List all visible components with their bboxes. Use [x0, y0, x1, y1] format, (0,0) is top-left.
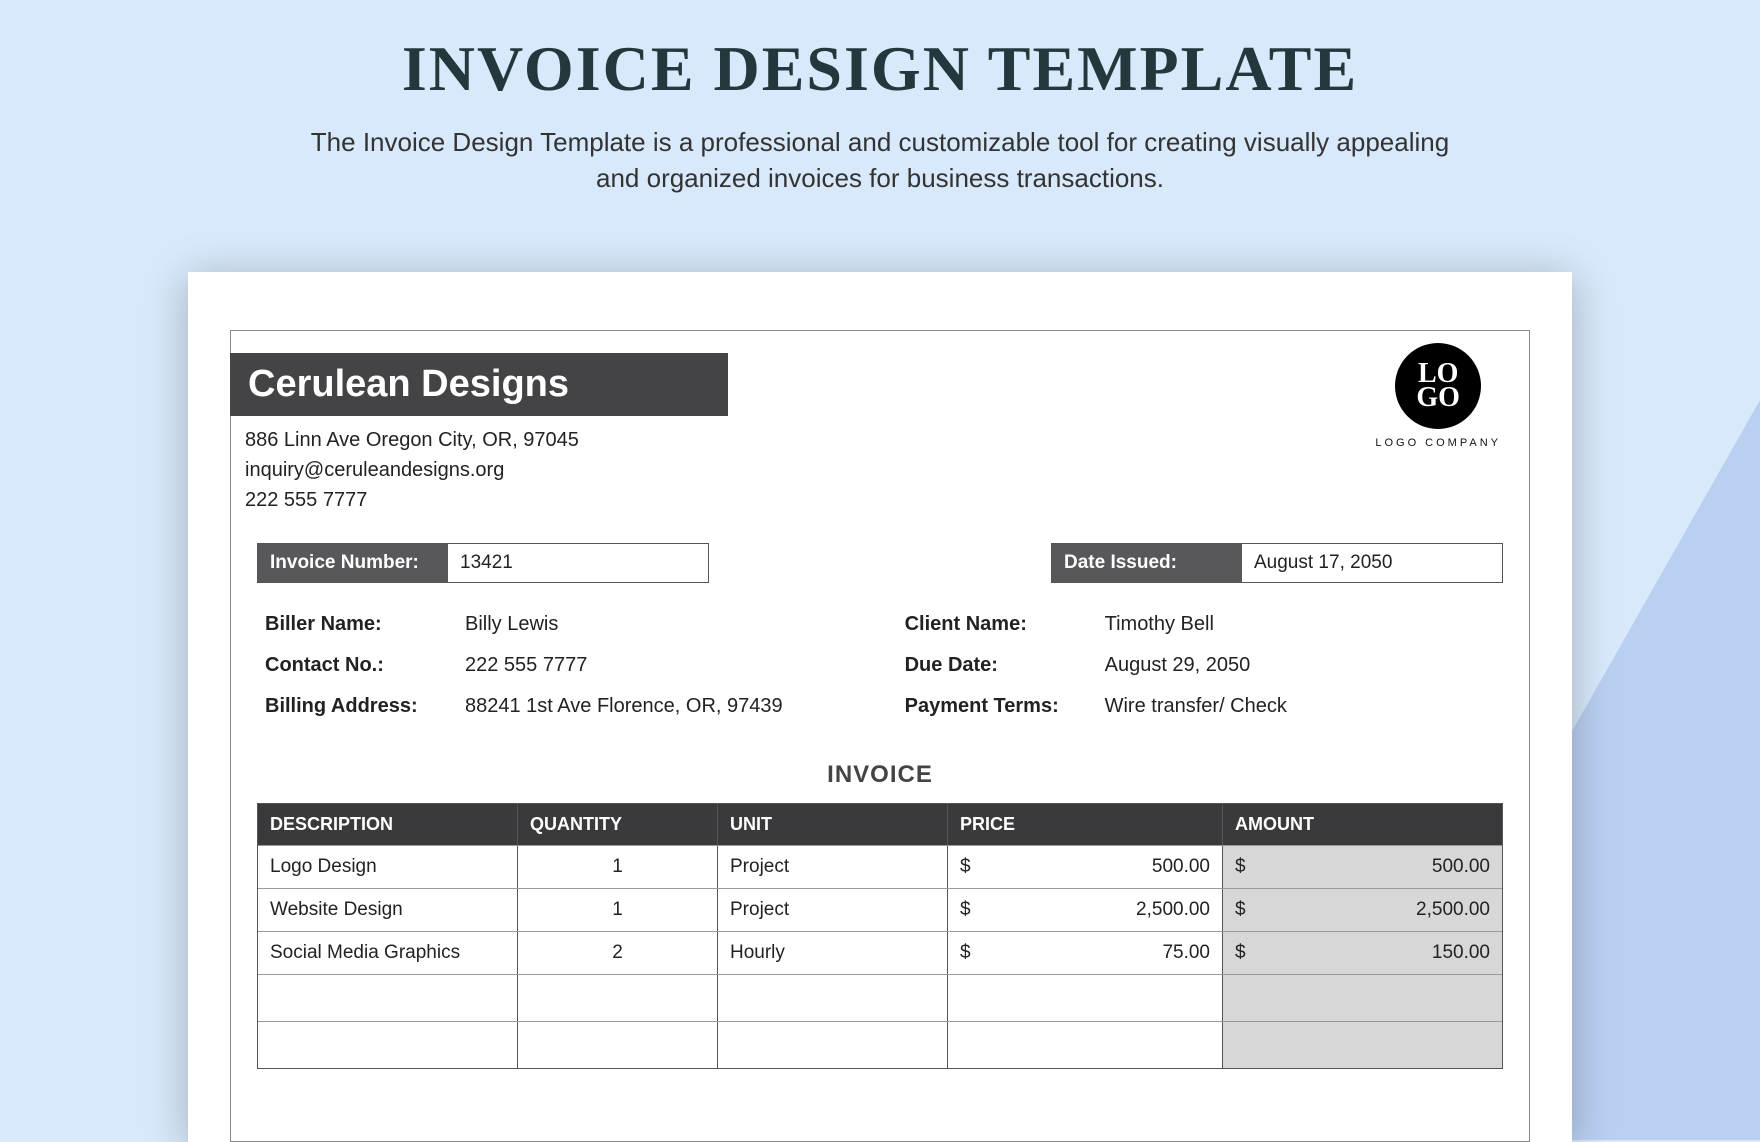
cell-quantity: 2	[518, 932, 718, 974]
col-quantity: QUANTITY	[518, 804, 718, 845]
cell-description: Website Design	[258, 889, 518, 931]
invoice-number-label: Invoice Number:	[258, 544, 448, 582]
col-price: PRICE	[948, 804, 1223, 845]
table-row-empty	[258, 1021, 1502, 1068]
currency-symbol: $	[1235, 942, 1246, 964]
biller-name-value: Billy Lewis	[465, 613, 855, 636]
col-description: DESCRIPTION	[258, 804, 518, 845]
logo-line2: GO	[1416, 386, 1460, 410]
currency-symbol: $	[1235, 899, 1246, 921]
col-amount: AMOUNT	[1223, 804, 1502, 845]
date-issued-label: Date Issued:	[1052, 544, 1242, 582]
date-issued-value: August 17, 2050	[1242, 544, 1502, 582]
meta-row: Invoice Number: 13421 Date Issued: Augus…	[257, 543, 1503, 583]
cell-description: Logo Design	[258, 846, 518, 888]
biller-address-label: Billing Address:	[265, 695, 465, 718]
cell-unit: Project	[718, 846, 948, 888]
invoice-heading: INVOICE	[231, 761, 1529, 789]
cell-price: 500.00	[1152, 856, 1210, 878]
cell-amount: 2,500.00	[1416, 899, 1490, 921]
logo-caption: LOGO COMPANY	[1375, 437, 1501, 449]
payment-terms-label: Payment Terms:	[905, 695, 1105, 718]
table-header-row: DESCRIPTION QUANTITY UNIT PRICE AMOUNT	[258, 804, 1502, 845]
client-column: Client Name:Timothy Bell Due Date:August…	[905, 613, 1495, 736]
biller-contact-label: Contact No.:	[265, 654, 465, 677]
cell-amount: 150.00	[1432, 942, 1490, 964]
cell-description: Social Media Graphics	[258, 932, 518, 974]
biller-address-value: 88241 1st Ave Florence, OR, 97439	[465, 695, 855, 718]
company-address: 886 Linn Ave Oregon City, OR, 97045	[245, 425, 579, 455]
table-row: Website Design 1 Project $2,500.00 $2,50…	[258, 888, 1502, 931]
invoice-number-value: 13421	[448, 544, 708, 582]
table-row: Logo Design 1 Project $500.00 $500.00	[258, 845, 1502, 888]
cell-quantity: 1	[518, 889, 718, 931]
client-name-value: Timothy Bell	[1105, 613, 1495, 636]
invoice-number-box: Invoice Number: 13421	[257, 543, 709, 583]
currency-symbol: $	[960, 942, 971, 964]
details-row: Biller Name:Billy Lewis Contact No.:222 …	[265, 613, 1495, 736]
page-title: INVOICE DESIGN TEMPLATE	[0, 0, 1760, 106]
date-issued-box: Date Issued: August 17, 2050	[1051, 543, 1503, 583]
payment-terms-value: Wire transfer/ Check	[1105, 695, 1495, 718]
line-items-table: DESCRIPTION QUANTITY UNIT PRICE AMOUNT L…	[257, 803, 1503, 1069]
company-name-bar: Cerulean Designs	[230, 353, 728, 416]
cell-unit: Hourly	[718, 932, 948, 974]
cell-price: 75.00	[1162, 942, 1210, 964]
cell-unit: Project	[718, 889, 948, 931]
cell-quantity: 1	[518, 846, 718, 888]
due-date-label: Due Date:	[905, 654, 1105, 677]
invoice-frame: Cerulean Designs 886 Linn Ave Oregon Cit…	[230, 330, 1530, 1142]
page-subtitle: The Invoice Design Template is a profess…	[305, 124, 1455, 197]
table-row-empty	[258, 974, 1502, 1021]
cell-amount: 500.00	[1432, 856, 1490, 878]
biller-name-label: Biller Name:	[265, 613, 465, 636]
due-date-value: August 29, 2050	[1105, 654, 1495, 677]
biller-contact-value: 222 555 7777	[465, 654, 855, 677]
biller-column: Biller Name:Billy Lewis Contact No.:222 …	[265, 613, 855, 736]
table-row: Social Media Graphics 2 Hourly $75.00 $1…	[258, 931, 1502, 974]
company-contact-block: 886 Linn Ave Oregon City, OR, 97045 inqu…	[245, 425, 579, 515]
currency-symbol: $	[960, 899, 971, 921]
company-phone: 222 555 7777	[245, 485, 579, 515]
logo-block: LO GO LOGO COMPANY	[1375, 343, 1501, 449]
company-email: inquiry@ceruleandesigns.org	[245, 455, 579, 485]
client-name-label: Client Name:	[905, 613, 1105, 636]
invoice-paper: Cerulean Designs 886 Linn Ave Oregon Cit…	[188, 272, 1572, 1142]
logo-icon: LO GO	[1395, 343, 1481, 429]
currency-symbol: $	[960, 856, 971, 878]
cell-price: 2,500.00	[1136, 899, 1210, 921]
currency-symbol: $	[1235, 856, 1246, 878]
col-unit: UNIT	[718, 804, 948, 845]
